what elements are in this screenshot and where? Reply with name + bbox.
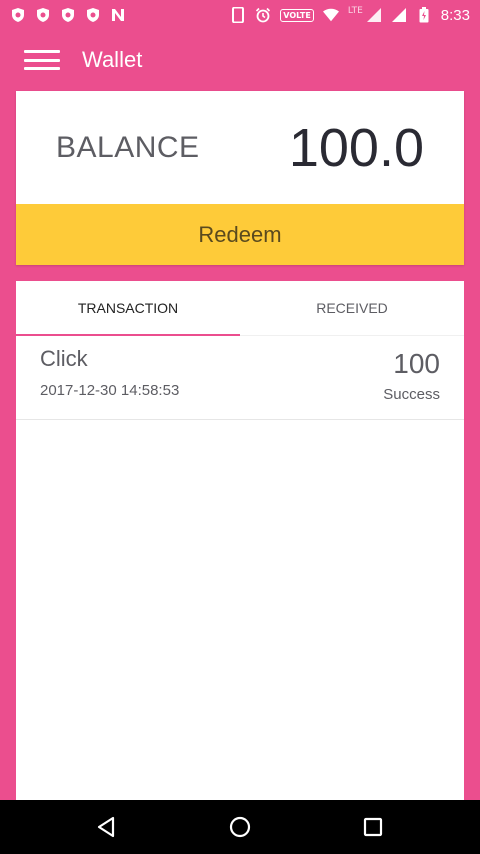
transaction-status: Success (383, 386, 440, 403)
clock: 8:33 (440, 6, 470, 24)
transaction-name: Click (40, 346, 88, 371)
shield-notification-icon (85, 7, 101, 23)
transactions-card: TRANSACTION RECEIVED Click 2017-12-30 14… (16, 281, 464, 801)
tab-bar: TRANSACTION RECEIVED (16, 281, 464, 336)
alarm-icon (255, 7, 271, 23)
recents-icon[interactable] (349, 803, 397, 851)
shield-notification-icon (60, 7, 76, 23)
transaction-details: Click 2017-12-30 14:58:53 (40, 346, 179, 419)
shield-notification-icon (10, 7, 26, 23)
phone-icon (230, 7, 246, 23)
balance-label: BALANCE (56, 130, 200, 164)
notification-icons (10, 7, 126, 23)
status-bar: VOLTE LTE 8:33 (0, 0, 480, 30)
lte-label: LTE (347, 6, 363, 16)
transaction-amount: 100 (393, 348, 440, 379)
transaction-row[interactable]: Click 2017-12-30 14:58:53 100 Success (16, 336, 464, 420)
volte-badge: VOLTE (280, 8, 314, 22)
tab-received[interactable]: RECEIVED (240, 281, 464, 335)
signal-icon (366, 7, 382, 23)
balance-value: 100.0 (288, 117, 424, 178)
page-title: Wallet (82, 47, 143, 72)
transaction-summary: 100 Success (383, 346, 440, 419)
signal-icon (391, 7, 407, 23)
shield-notification-icon (35, 7, 51, 23)
transaction-date: 2017-12-30 14:58:53 (40, 382, 180, 399)
navigation-bar (0, 800, 480, 854)
redeem-button[interactable]: Redeem (16, 204, 464, 265)
back-icon[interactable] (83, 803, 131, 851)
wifi-icon (322, 7, 339, 23)
system-icons: VOLTE LTE 8:33 (230, 6, 470, 24)
home-icon[interactable] (216, 803, 264, 851)
menu-icon[interactable] (24, 48, 60, 72)
balance-card: BALANCE 100.0 Redeem (16, 91, 464, 265)
tab-transaction[interactable]: TRANSACTION (16, 281, 240, 336)
balance-row: BALANCE 100.0 (16, 91, 464, 204)
screen: VOLTE LTE 8:33 Wallet BALANCE 100.0 Rede… (0, 0, 480, 854)
battery-icon (416, 7, 432, 23)
app-bar: Wallet (0, 30, 480, 90)
n-notification-icon (110, 7, 126, 23)
